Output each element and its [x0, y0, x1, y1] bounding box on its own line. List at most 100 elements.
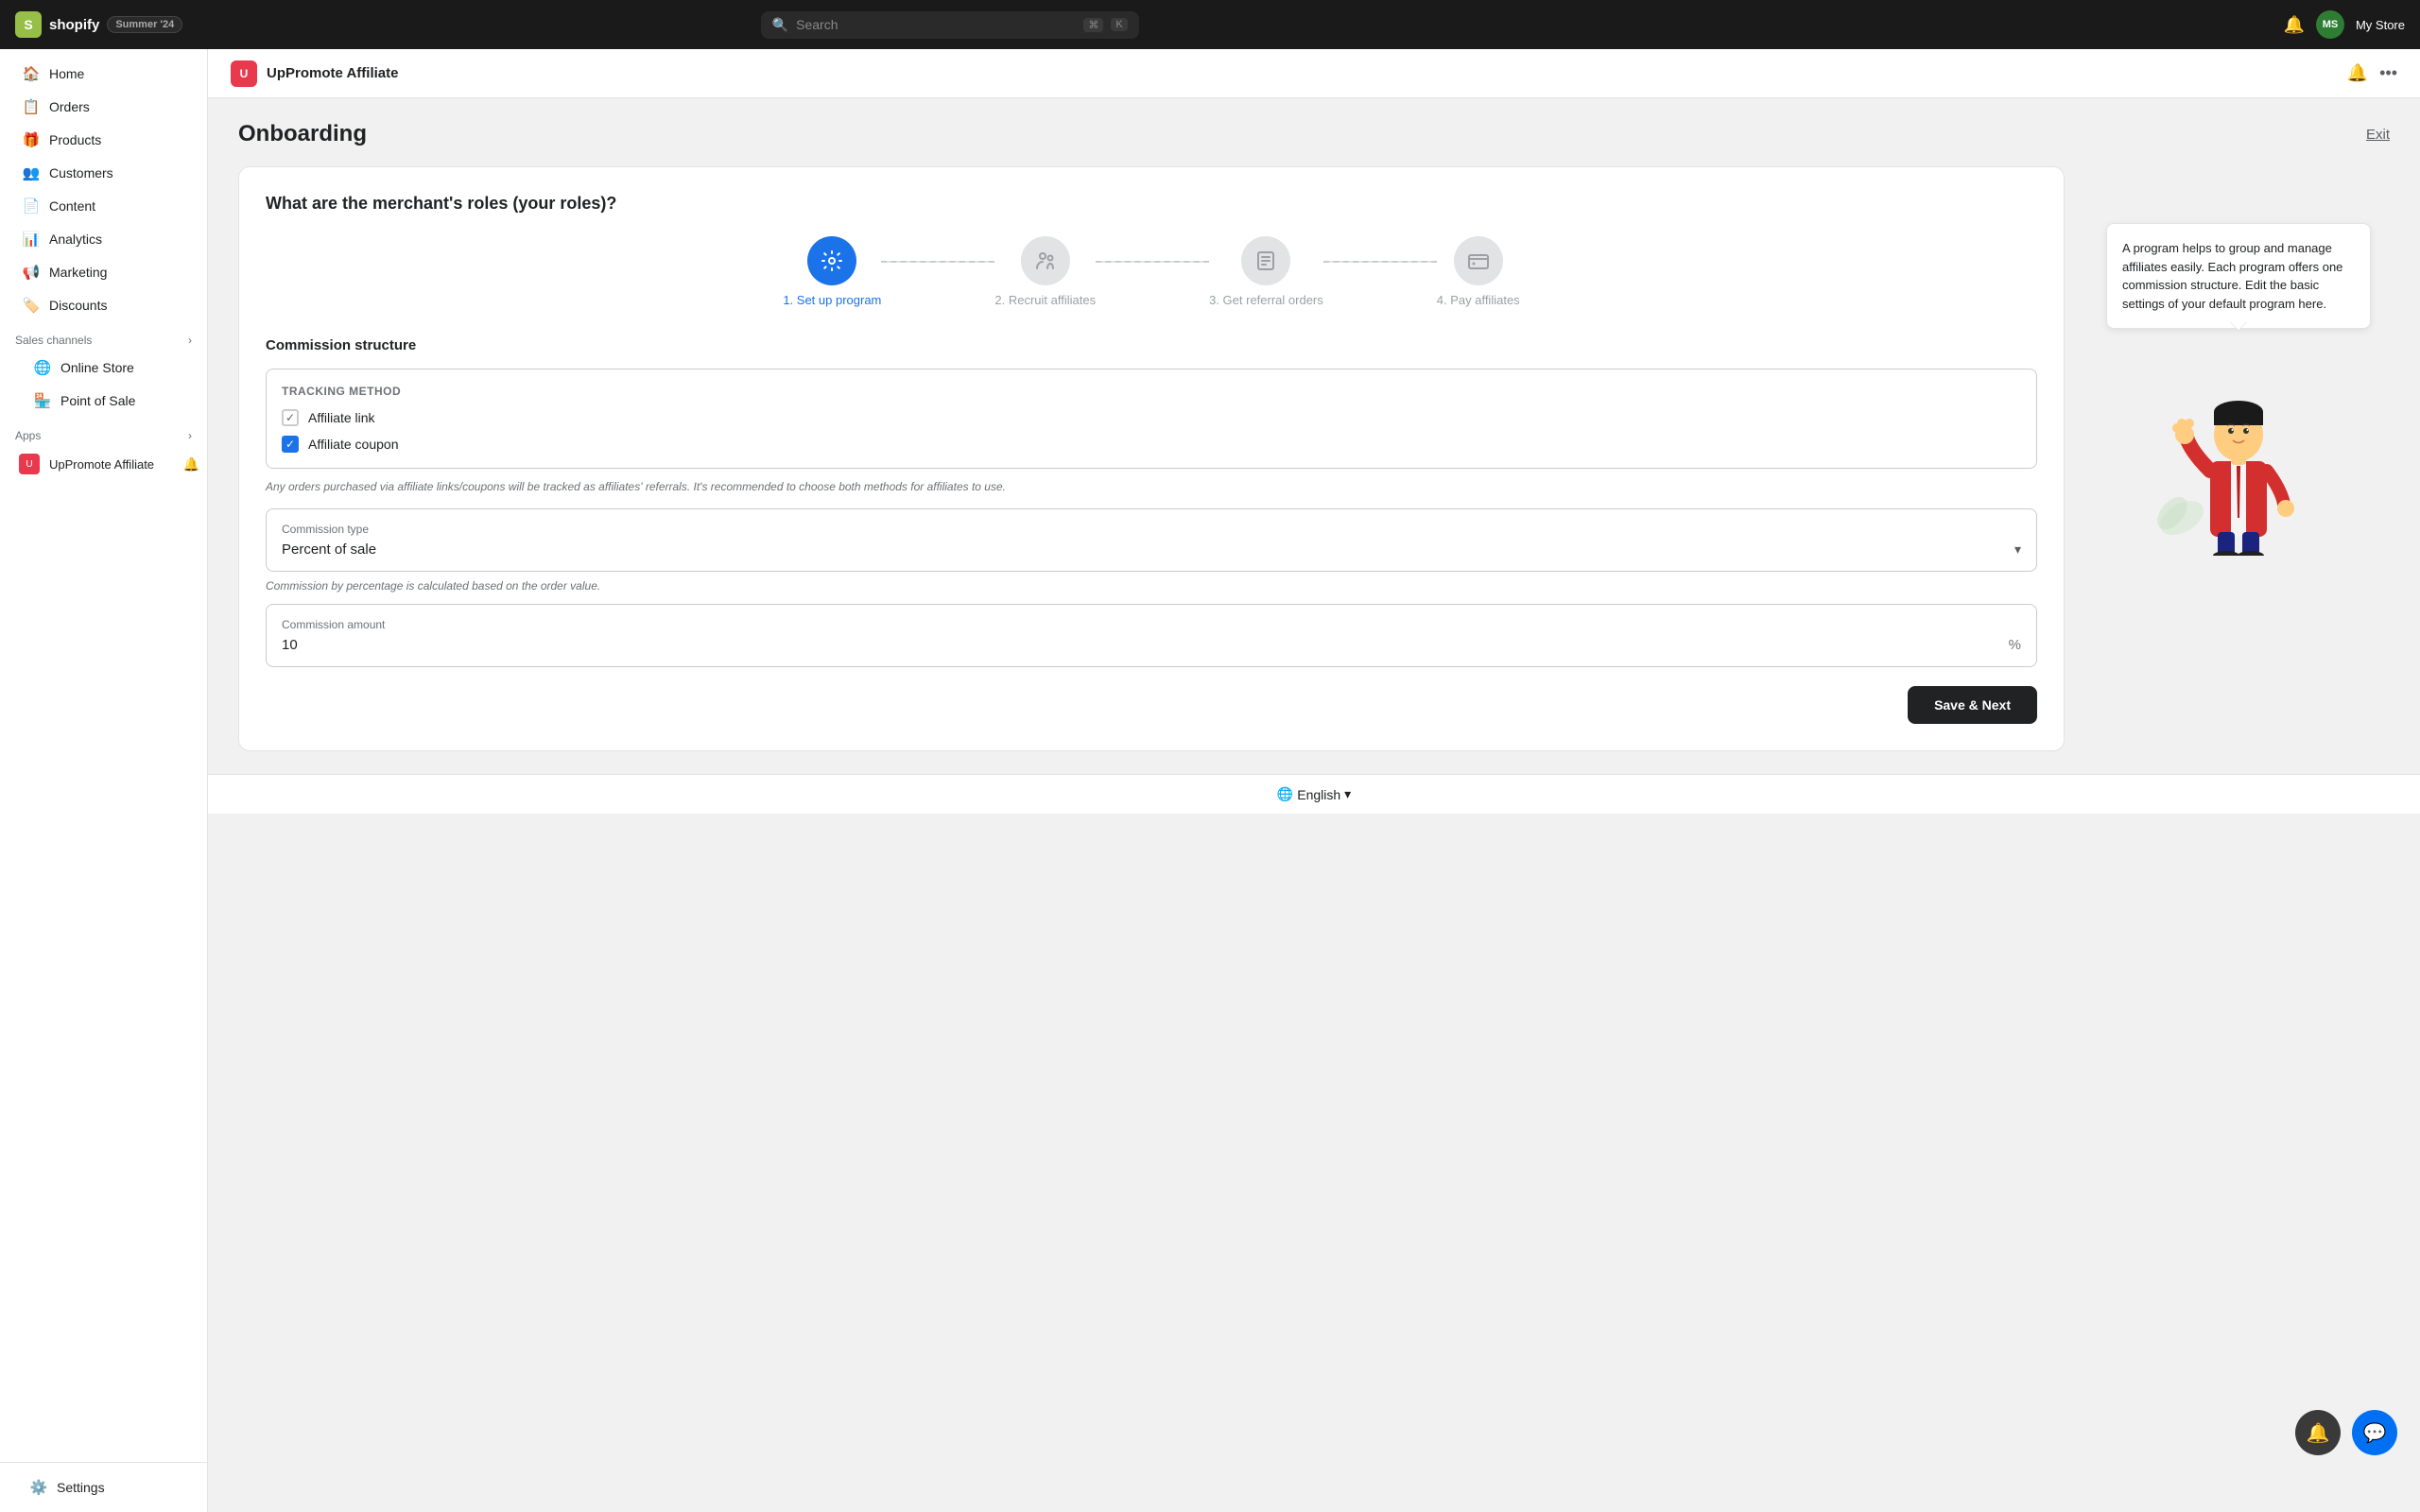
online-store-icon: 🌐: [34, 359, 51, 376]
search-input[interactable]: [796, 17, 1076, 32]
customers-icon: 👥: [23, 164, 40, 181]
commission-amount-suffix: %: [2009, 637, 2021, 653]
commission-type-hint: Commission by percentage is calculated b…: [266, 579, 2037, 593]
language-label: English: [1297, 787, 1340, 802]
step-line-1: [881, 261, 994, 263]
app-header-right: 🔔 •••: [2347, 63, 2397, 83]
affiliate-link-row: ✓ Affiliate link: [282, 409, 2021, 426]
chevron-down-icon: ▾: [1344, 786, 1351, 802]
sidebar-item-products[interactable]: 🎁 Products: [8, 124, 199, 156]
exit-button[interactable]: Exit: [2366, 127, 2390, 143]
analytics-icon: 📊: [23, 231, 40, 248]
sidebar-item-settings[interactable]: ⚙️ Settings: [15, 1471, 192, 1503]
sidebar-item-marketing[interactable]: 📢 Marketing: [8, 256, 199, 288]
section-question: What are the merchant's roles (your role…: [266, 194, 2037, 214]
pay-affiliates-icon: [1467, 249, 1490, 272]
app-more-button[interactable]: •••: [2379, 63, 2397, 83]
step-2-label: 2. Recruit affiliates: [994, 293, 1096, 307]
step-2-circle: [1021, 236, 1070, 285]
commission-amount-group: Commission amount %: [266, 604, 2037, 667]
app-header-left: U UpPromote Affiliate: [231, 60, 398, 87]
notification-button[interactable]: 🔔: [2284, 15, 2305, 35]
sidebar-item-online-store[interactable]: 🌐 Online Store: [19, 352, 199, 384]
sidebar-item-label: Settings: [57, 1480, 105, 1495]
search-box[interactable]: 🔍 ⌘ K: [761, 11, 1139, 39]
step-4-label: 4. Pay affiliates: [1437, 293, 1520, 307]
orders-icon: 📋: [23, 98, 40, 115]
sidebar-item-label: Content: [49, 198, 95, 214]
affiliate-link-checkbox[interactable]: ✓: [282, 409, 299, 426]
sidebar-item-label: UpPromote Affiliate: [49, 457, 154, 472]
page-header: Onboarding Exit: [238, 121, 2390, 147]
sidebar-item-label: Orders: [49, 99, 90, 114]
point-of-sale-icon: 🏪: [34, 392, 51, 409]
sidebar-item-discounts[interactable]: 🏷️ Discounts: [8, 289, 199, 321]
content-icon: 📄: [23, 198, 40, 215]
topbar-right: 🔔 MS My Store: [2284, 10, 2405, 39]
discounts-icon: 🏷️: [23, 297, 40, 314]
brand-name: shopify: [49, 17, 99, 33]
sidebar-item-label: Online Store: [60, 360, 134, 375]
sidebar-item-customers[interactable]: 👥 Customers: [8, 157, 199, 189]
commission-amount-row: %: [282, 637, 2021, 653]
brand-logo: S shopify Summer '24: [15, 11, 182, 38]
app-bell-button[interactable]: 🔔: [2347, 63, 2368, 83]
layout: 🏠 Home 📋 Orders 🎁 Products 👥 Customers 📄…: [0, 49, 2420, 1512]
app-logo-icon: U: [231, 60, 257, 87]
save-next-container: Save & Next: [266, 679, 2037, 724]
products-icon: 🎁: [23, 131, 40, 148]
home-icon: 🏠: [23, 65, 40, 82]
side-panel: A program helps to group and manage affi…: [2087, 166, 2390, 751]
main-card: What are the merchant's roles (your role…: [238, 166, 2065, 751]
chat-fab[interactable]: 💬: [2352, 1410, 2397, 1455]
gear-settings-icon: [821, 249, 843, 272]
character-svg: [2153, 367, 2324, 556]
kbd-cmd: ⌘: [1083, 18, 1103, 32]
app-header: U UpPromote Affiliate 🔔 •••: [208, 49, 2420, 98]
sidebar-item-label: Home: [49, 66, 84, 81]
content-wrapper: What are the merchant's roles (your role…: [238, 166, 2390, 751]
notification-fab[interactable]: 🔔: [2295, 1410, 2341, 1455]
sidebar-item-label: Customers: [49, 165, 113, 180]
sidebar-item-analytics[interactable]: 📊 Analytics: [8, 223, 199, 255]
character-illustration: [2153, 367, 2324, 537]
step-3-label: 3. Get referral orders: [1209, 293, 1323, 307]
sidebar-item-label: Analytics: [49, 232, 102, 247]
step-3: 3. Get referral orders: [1209, 236, 1323, 307]
affiliate-coupon-checkbox[interactable]: ✓: [282, 436, 299, 453]
topbar: S shopify Summer '24 🔍 ⌘ K 🔔 MS My Store: [0, 0, 2420, 49]
commission-amount-input[interactable]: [282, 637, 2009, 653]
affiliate-coupon-label: Affiliate coupon: [308, 437, 398, 452]
language-selector[interactable]: 🌐 English ▾: [1277, 786, 1351, 802]
sidebar-item-home[interactable]: 🏠 Home: [8, 58, 199, 90]
sales-channels-nav: 🌐 Online Store 🏪 Point of Sale: [0, 352, 207, 417]
kbd-k: K: [1111, 18, 1127, 31]
step-4-circle: [1454, 236, 1503, 285]
uppromote-icon: U: [19, 454, 40, 474]
sidebar-item-uppromote[interactable]: U UpPromote Affiliate 🔔: [11, 446, 207, 482]
commission-type-group: Commission type Percent of sale ▾: [266, 508, 2037, 572]
commission-type-label: Commission type: [282, 523, 2021, 536]
sidebar-item-point-of-sale[interactable]: 🏪 Point of Sale: [19, 385, 199, 417]
sidebar: 🏠 Home 📋 Orders 🎁 Products 👥 Customers 📄…: [0, 49, 208, 1512]
sidebar-item-orders[interactable]: 📋 Orders: [8, 91, 199, 123]
commission-structure-title: Commission structure: [266, 337, 2037, 353]
sidebar-item-content[interactable]: 📄 Content: [8, 190, 199, 222]
step-4: 4. Pay affiliates: [1437, 236, 1520, 307]
sidebar-item-label: Point of Sale: [60, 393, 135, 408]
fab-chat-icon: 💬: [2363, 1421, 2387, 1445]
search-icon: 🔍: [772, 17, 788, 33]
sidebar-nav: 🏠 Home 📋 Orders 🎁 Products 👥 Customers 📄…: [0, 49, 207, 1462]
tracking-method-box: Tracking method ✓ Affiliate link ✓: [266, 369, 2037, 469]
save-next-button[interactable]: Save & Next: [1908, 686, 2037, 724]
apps-nav: U UpPromote Affiliate 🔔: [0, 446, 207, 482]
step-2: 2. Recruit affiliates: [994, 236, 1096, 307]
globe-icon: 🌐: [1277, 786, 1293, 802]
chevron-icon: ›: [188, 429, 192, 442]
dropdown-arrow-icon[interactable]: ▾: [2014, 541, 2021, 558]
app-notification-icon: 🔔: [183, 456, 199, 472]
step-1-label: 1. Set up program: [783, 293, 881, 307]
sidebar-bottom: ⚙️ Settings: [0, 1462, 207, 1512]
sidebar-item-label: Discounts: [49, 298, 107, 313]
step-1: 1. Set up program: [783, 236, 881, 307]
